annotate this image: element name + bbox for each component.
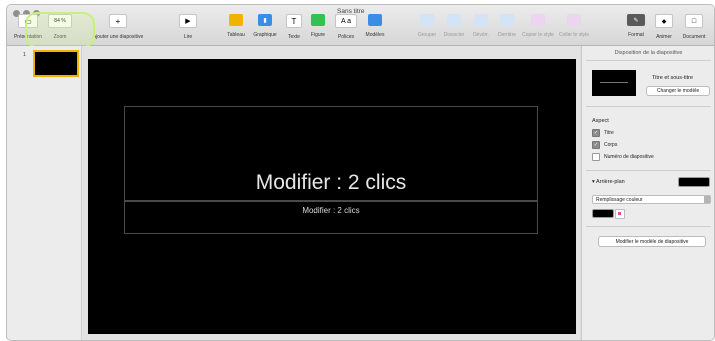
ungroup-icon (447, 14, 461, 26)
slide-number-checkbox[interactable]: Numéro de diapositive (592, 153, 654, 161)
shape-icon (311, 14, 325, 26)
format-inspector: Disposition de la diapositive Titre et s… (581, 46, 714, 340)
check-icon: ✓ (592, 141, 600, 149)
slide-thumbnail[interactable] (33, 50, 79, 77)
document-icon: □ (685, 14, 703, 28)
chevron-down-icon (704, 196, 710, 203)
group-button[interactable]: Grouper (415, 14, 439, 38)
body-placeholder[interactable]: Modifier : 2 clics (124, 201, 538, 234)
text-button[interactable]: T Texte (283, 14, 305, 40)
shape-button[interactable]: Figure (307, 14, 329, 38)
paintbrush-icon: ✎ (627, 14, 645, 26)
color-picker-icon[interactable] (615, 209, 625, 219)
body-text: Modifier : 2 clics (302, 206, 360, 215)
media-icon (368, 14, 382, 26)
title-checkbox[interactable]: ✓ Titre (592, 129, 614, 137)
master-name: Titre et sous-titre (652, 75, 694, 81)
add-slide-button[interactable]: + Ajouter une diapositive (89, 14, 147, 40)
send-back-button[interactable]: Derrière (495, 14, 519, 38)
app-window: Sans titre ▭ Présentation 84 % Zoom + Aj… (6, 4, 715, 341)
text-icon: T (286, 14, 302, 28)
divider (586, 226, 711, 227)
group-icon (420, 14, 434, 26)
slide-number: 1 (23, 52, 26, 58)
divider (586, 170, 711, 171)
plus-icon: + (109, 14, 127, 28)
check-icon: ✓ (592, 129, 600, 137)
animate-tab[interactable]: ◆ Animer (652, 14, 676, 40)
fonts-button[interactable]: A a Polices (333, 14, 359, 40)
appearance-label: Aspect (592, 118, 609, 124)
animate-icon: ◆ (655, 14, 673, 28)
slide-canvas: Modifier : 2 clics Modifier : 2 clics (82, 46, 580, 340)
master-thumbnail[interactable] (592, 70, 636, 96)
background-section[interactable]: ▾ Arrière-plan (592, 179, 625, 185)
chart-icon: ▮ (258, 14, 272, 26)
chart-button[interactable]: ▮ Graphique (249, 14, 281, 38)
table-icon (229, 14, 243, 26)
play-button[interactable]: ▶ Lire (175, 14, 201, 40)
divider (586, 60, 711, 61)
zoom-highlight-annotation (25, 12, 95, 48)
background-color-swatch[interactable] (678, 177, 710, 187)
document-tab[interactable]: □ Document (678, 14, 710, 40)
fill-color-well[interactable] (592, 209, 614, 218)
copy-style-icon (531, 14, 545, 26)
paste-style-icon (567, 14, 581, 26)
inspector-header: Disposition de la diapositive (614, 50, 683, 56)
body-checkbox[interactable]: ✓ Corps (592, 141, 617, 149)
title-text: Modifier : 2 clics (255, 171, 407, 194)
format-tab[interactable]: ✎ Format (623, 14, 649, 38)
play-icon: ▶ (179, 14, 197, 28)
slide-navigator[interactable]: 1 (7, 46, 82, 340)
checkbox-empty-icon (592, 153, 600, 161)
title-placeholder[interactable]: Modifier : 2 clics (124, 106, 538, 201)
ungroup-button[interactable]: Dissocier (441, 14, 467, 38)
divider (586, 106, 711, 107)
table-button[interactable]: Tableau (223, 14, 249, 38)
edit-master-button[interactable]: Modifier le modèle de diapositive (598, 236, 706, 247)
fonts-icon: A a (335, 14, 357, 28)
paste-style-button[interactable]: Coller le style (557, 14, 591, 38)
fill-type-select[interactable]: Remplissage couleur (592, 195, 711, 204)
slide[interactable]: Modifier : 2 clics Modifier : 2 clics (88, 59, 576, 334)
change-master-button[interactable]: Changer le modèle (646, 86, 710, 96)
toolbar: Sans titre ▭ Présentation 84 % Zoom + Aj… (7, 5, 714, 46)
unlock-button[interactable]: Dévérr. (469, 14, 493, 38)
unlock-icon (474, 14, 488, 26)
copy-style-button[interactable]: Copier le style (521, 14, 555, 38)
send-back-icon (500, 14, 514, 26)
media-button[interactable]: Modèles (361, 14, 389, 38)
